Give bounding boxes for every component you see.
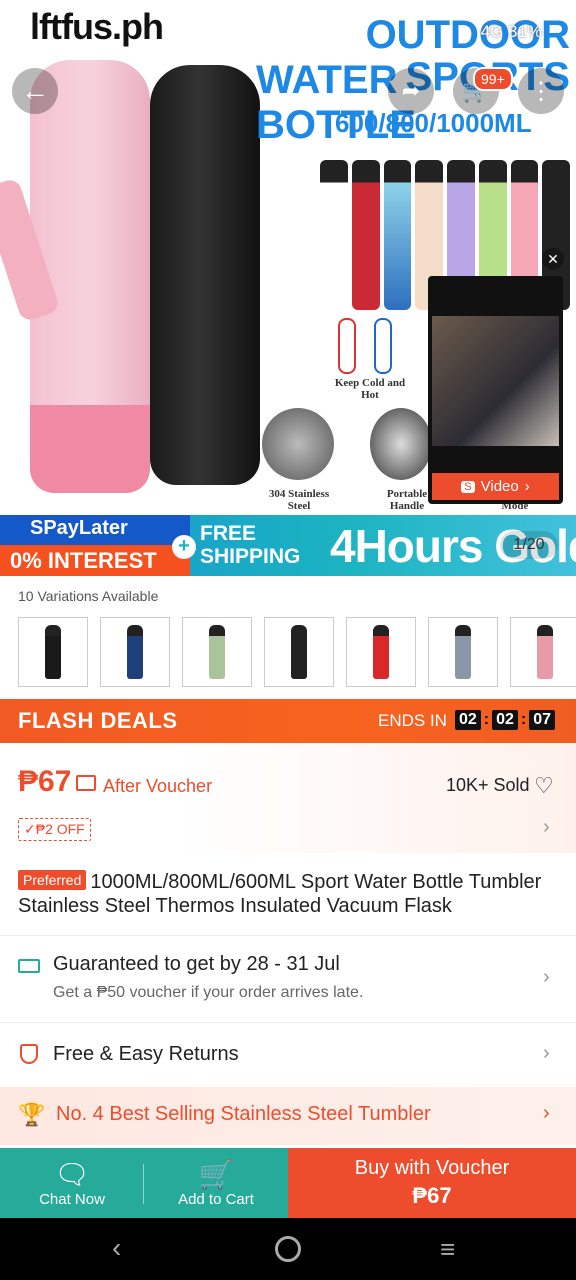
bottle-thumbnail bbox=[209, 625, 225, 679]
trophy-icon: 🏆 bbox=[18, 1102, 46, 1127]
arrow-left-icon: ← bbox=[21, 75, 49, 106]
bottle-thumbnail bbox=[455, 625, 471, 679]
feature-stainless: 304 Stainless Steel bbox=[268, 488, 330, 512]
chevron-right-icon: › bbox=[543, 1042, 550, 1064]
back-button[interactable]: ← bbox=[12, 68, 58, 114]
chevron-right-icon: › bbox=[524, 478, 530, 495]
after-voucher-label: After Voucher bbox=[103, 776, 213, 796]
watermark: lftfus.ph bbox=[30, 6, 164, 47]
best-selling-label: No. 4 Best Selling Stainless Steel Tumbl… bbox=[56, 1103, 431, 1125]
chat-icon: 🗨 bbox=[54, 1158, 90, 1190]
flash-deals-title: FLASH DEALS bbox=[18, 708, 178, 733]
cart-count-badge: 99+ bbox=[473, 67, 513, 91]
black-bottle-image bbox=[150, 65, 260, 485]
returns-row[interactable]: Free & Easy Returns › bbox=[0, 1023, 576, 1085]
spaylater-promo: SPayLater 0% INTEREST bbox=[0, 515, 190, 576]
variation-thumb[interactable] bbox=[346, 617, 416, 687]
more-button[interactable]: ⋮ bbox=[518, 68, 564, 114]
best-selling-row[interactable]: 🏆 No. 4 Best Selling Stainless Steel Tum… bbox=[0, 1087, 576, 1145]
chat-now-button[interactable]: 🗨 Chat Now bbox=[0, 1148, 144, 1218]
system-nav-bar: ‹ ≡ bbox=[0, 1218, 576, 1280]
countdown-seconds: 07 bbox=[529, 710, 556, 730]
buy-price: ₱67 bbox=[412, 1183, 452, 1208]
product-title: Preferred 1000ML/800ML/600ML Sport Water … bbox=[18, 870, 563, 918]
close-video-button[interactable]: ✕ bbox=[542, 248, 564, 270]
handle-image bbox=[370, 408, 432, 480]
heart-icon[interactable]: ♡ bbox=[534, 773, 554, 799]
bottle-thumbnail bbox=[373, 625, 389, 679]
variation-thumb[interactable] bbox=[510, 617, 576, 687]
countdown-timer: 02: 02: 07 bbox=[455, 710, 556, 730]
thermometer-cold-icon bbox=[374, 318, 392, 374]
shipping-guarantee-row[interactable]: Guaranteed to get by 28 - 31 Jul Get a ₱… bbox=[0, 936, 576, 1021]
variation-thumb[interactable] bbox=[264, 617, 334, 687]
variation-thumbnails bbox=[18, 617, 576, 687]
price-section: ₱67 After Voucher 10K+ Sold ♡ ✓₱2 OFF › bbox=[0, 743, 576, 853]
status-bar: 4G 31% bbox=[480, 22, 542, 41]
sold-count: 10K+ Sold bbox=[446, 775, 530, 795]
video-preview[interactable]: S Video › bbox=[428, 276, 563, 504]
more-vertical-icon: ⋮ bbox=[529, 77, 553, 105]
variation-thumb[interactable] bbox=[100, 617, 170, 687]
discount-tag[interactable]: ✓₱2 OFF bbox=[18, 818, 91, 841]
chevron-right-icon: › bbox=[543, 1102, 550, 1124]
nav-back-icon[interactable]: ‹ bbox=[112, 1232, 121, 1264]
capacity-label: 600/800/1000ML bbox=[335, 108, 532, 138]
add-to-cart-button[interactable]: 🛒 Add to Cart bbox=[144, 1148, 288, 1218]
buy-with-voucher-button[interactable]: Buy with Voucher ₱67 bbox=[288, 1148, 576, 1218]
voucher-icon bbox=[76, 775, 96, 791]
feature-keep-cold-hot: Keep Cold and Hot bbox=[334, 377, 406, 401]
play-icon: S bbox=[461, 480, 475, 493]
video-label: Video bbox=[480, 478, 519, 495]
nav-home-icon[interactable] bbox=[275, 1236, 301, 1262]
variations-label: 10 Variations Available bbox=[18, 588, 159, 604]
image-counter: 1/20 bbox=[500, 531, 558, 559]
shipping-guarantee-text: Guaranteed to get by 28 - 31 Jul bbox=[53, 953, 340, 975]
video-button[interactable]: S Video › bbox=[432, 473, 559, 500]
nav-menu-icon[interactable]: ≡ bbox=[440, 1234, 455, 1265]
share-icon: ➦ bbox=[401, 78, 421, 103]
pink-bottle-sleeve bbox=[30, 405, 150, 493]
shield-icon bbox=[20, 1044, 38, 1064]
stainless-image bbox=[262, 408, 334, 480]
returns-label: Free & Easy Returns bbox=[53, 1043, 239, 1065]
variation-thumb[interactable] bbox=[182, 617, 252, 687]
bottle-thumbnail bbox=[45, 625, 61, 679]
share-button[interactable]: ➦ bbox=[388, 68, 434, 114]
variation-thumb[interactable] bbox=[18, 617, 88, 687]
interest-label: 0% INTEREST bbox=[0, 545, 190, 576]
product-image-carousel[interactable]: lftfus.ph OUTDOOR SPORTS WATER BOTTLE 60… bbox=[0, 0, 576, 515]
bottom-action-bar: 🗨 Chat Now 🛒 Add to Cart Buy with Vouche… bbox=[0, 1148, 576, 1218]
product-title-text: 1000ML/800ML/600ML Sport Water Bottle Tu… bbox=[18, 871, 542, 917]
free-shipping-label: FREE SHIPPING bbox=[200, 522, 301, 568]
price-value: ₱67 bbox=[18, 765, 72, 798]
add-to-cart-label: Add to Cart bbox=[178, 1190, 254, 1208]
chat-now-label: Chat Now bbox=[39, 1190, 105, 1208]
plus-icon: + bbox=[172, 535, 196, 559]
bottle-thumbnail bbox=[291, 625, 307, 679]
chevron-right-icon: › bbox=[543, 966, 550, 988]
spaylater-title: SPayLater bbox=[30, 517, 128, 539]
chevron-right-icon[interactable]: › bbox=[543, 816, 550, 839]
video-thumbnail bbox=[432, 316, 559, 446]
flash-deals-bar[interactable]: FLASH DEALS ENDS IN 02: 02: 07 bbox=[0, 699, 576, 743]
ends-in-label: ENDS IN bbox=[378, 711, 447, 730]
bottle-thumbnail bbox=[537, 625, 553, 679]
countdown-hours: 02 bbox=[455, 710, 481, 730]
bottle-thumbnail bbox=[127, 625, 143, 679]
countdown-minutes: 02 bbox=[492, 710, 518, 730]
add-cart-icon: 🛒 bbox=[198, 1158, 234, 1190]
late-voucher-text: Get a ₱50 voucher if your order arrives … bbox=[53, 984, 364, 1001]
promo-banner: SPayLater 0% INTEREST FREE SHIPPING 4Hou… bbox=[0, 515, 576, 576]
preferred-badge: Preferred bbox=[18, 870, 87, 890]
truck-icon bbox=[18, 959, 40, 973]
thermometer-hot-icon bbox=[338, 318, 356, 374]
close-icon: ✕ bbox=[547, 250, 559, 267]
buy-label: Buy with Voucher bbox=[354, 1157, 510, 1179]
variation-thumb[interactable] bbox=[428, 617, 498, 687]
